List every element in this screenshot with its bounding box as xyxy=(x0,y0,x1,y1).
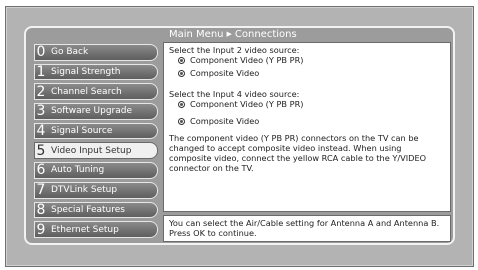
menu-item-software-upgrade[interactable]: 3 Software Upgrade xyxy=(34,103,158,120)
menu-item-label: Go Back xyxy=(51,47,89,58)
menu-item-signal-strength[interactable]: 1 Signal Strength xyxy=(34,63,158,81)
menu-item-number: 6 xyxy=(36,162,46,179)
menu-item-number: 7 xyxy=(36,182,46,199)
menu-item-number: 2 xyxy=(36,83,46,100)
menu-item-number: 5 xyxy=(36,142,46,159)
menu-item-label: Channel Search xyxy=(51,86,122,97)
option-label: Composite Video xyxy=(190,68,260,78)
input2-prompt: Select the Input 2 video source: xyxy=(169,45,300,55)
radio-button-icon[interactable] xyxy=(178,100,185,108)
breadcrumb: Main Menu ▶ Connections xyxy=(163,28,451,41)
option-label: Composite Video xyxy=(190,116,260,126)
menu-item-label: Special Features xyxy=(51,204,125,215)
menu-item-number: 1 xyxy=(36,64,46,81)
menu-item-special-features[interactable]: 8 Special Features xyxy=(34,201,158,219)
breadcrumb-arrow-icon: ▶ xyxy=(226,30,232,38)
option-label: Component Video (Y PB PR) xyxy=(190,55,304,65)
input2-option-composite[interactable]: Composite Video xyxy=(178,68,445,78)
menu-item-video-input-setup[interactable]: 5 Video Input Setup xyxy=(34,142,158,160)
breadcrumb-root: Main Menu xyxy=(169,29,224,40)
help-text: You can select the Air/Cable setting for… xyxy=(169,218,440,238)
menu-item-label: Signal Source xyxy=(51,126,113,137)
menu-item-go-back[interactable]: 0 Go Back xyxy=(34,44,158,61)
help-footer: You can select the Air/Cable setting for… xyxy=(163,215,451,242)
menu-item-dtvlink-setup[interactable]: 7 DTVLink Setup xyxy=(34,181,158,199)
menu-item-label: Signal Strength xyxy=(51,67,121,78)
menu-item-number: 3 xyxy=(36,103,46,120)
menu-item-number: 8 xyxy=(36,201,46,218)
menu-item-signal-source[interactable]: 4 Signal Source xyxy=(34,122,158,140)
input4-option-component[interactable]: Component Video (Y PB PR) xyxy=(178,99,445,109)
radio-button-icon[interactable] xyxy=(178,117,185,125)
menu-item-label: DTVLink Setup xyxy=(51,185,118,196)
menu-item-channel-search[interactable]: 2 Channel Search xyxy=(34,83,158,101)
menu-item-ethernet-setup[interactable]: 9 Ethernet Setup xyxy=(34,221,158,238)
side-menu: 0 Go Back 1 Signal Strength 2 Channel Se… xyxy=(34,44,158,241)
breadcrumb-current: Connections xyxy=(234,29,297,40)
menu-item-label: Video Input Setup xyxy=(51,145,132,156)
input4-prompt: Select the Input 4 video source: xyxy=(169,89,300,99)
menu-item-number: 0 xyxy=(36,44,46,61)
menu-item-label: Software Upgrade xyxy=(51,106,133,117)
menu-item-number: 4 xyxy=(36,123,46,140)
radio-button-icon[interactable] xyxy=(178,69,185,77)
menu-item-number: 9 xyxy=(36,221,46,238)
option-label: Component Video (Y PB PR) xyxy=(190,99,304,109)
content-pane: Select the Input 2 video source: Compone… xyxy=(163,42,451,212)
info-text: The component video (Y PB PR) connectors… xyxy=(169,133,427,173)
menu-item-auto-tuning[interactable]: 6 Auto Tuning xyxy=(34,162,158,179)
menu-item-label: Ethernet Setup xyxy=(51,224,119,235)
menu-item-label: Auto Tuning xyxy=(51,165,105,176)
radio-button-icon[interactable] xyxy=(178,56,185,64)
input4-option-composite[interactable]: Composite Video xyxy=(178,116,445,126)
input2-option-component[interactable]: Component Video (Y PB PR) xyxy=(178,55,445,65)
